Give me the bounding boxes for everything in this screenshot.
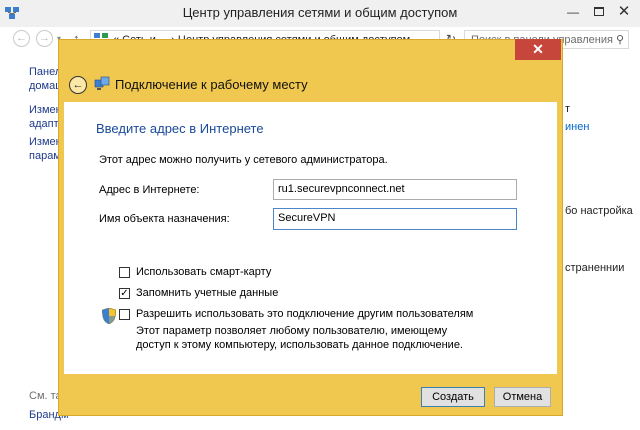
uac-shield-icon — [102, 308, 116, 324]
dialog-title: Подключение к рабочему месту — [115, 77, 308, 92]
destination-name-input[interactable]: SecureVPN — [273, 208, 517, 230]
internet-address-input[interactable]: ru1.securevpnconnect.net — [273, 179, 517, 200]
background-title-bar: Центр управления сетями и общим доступом… — [0, 0, 640, 27]
cancel-button[interactable]: Отмена — [494, 387, 551, 407]
share-connection-checkbox[interactable] — [119, 309, 130, 320]
dialog-back-button[interactable]: ← — [69, 76, 87, 94]
share-connection-label[interactable]: Разрешить использовать это подключение д… — [136, 308, 473, 320]
maximize-icon — [594, 7, 604, 16]
workplace-network-icon — [94, 76, 110, 90]
nav-back-button[interactable]: ← — [13, 30, 30, 47]
background-window-title: Центр управления сетями и общим доступом — [182, 5, 458, 20]
vpn-connect-dialog: ✕ ← Подключение к рабочему месту Введите… — [58, 39, 563, 416]
nav-forward-button[interactable]: → — [36, 30, 53, 47]
right-fragment-3: бо настройка — [565, 205, 633, 217]
right-fragment-1: т — [565, 103, 571, 115]
dialog-close-button[interactable]: ✕ — [515, 39, 561, 60]
remember-credentials-label[interactable]: Запомнить учетные данные — [136, 287, 278, 299]
remember-credentials-checkbox[interactable]: ✓ — [119, 288, 130, 299]
right-fragment-2[interactable]: инен — [565, 121, 589, 133]
right-fragment-4: страненнии — [565, 262, 625, 274]
page-heading: Введите адрес в Интернете — [96, 121, 264, 136]
background-close-button[interactable]: ✕ — [612, 3, 636, 21]
admin-note: Этот адрес можно получить у сетевого адм… — [99, 154, 388, 166]
dialog-content: Введите адрес в Интернете Этот адрес мож… — [64, 102, 557, 374]
smartcard-label[interactable]: Использовать смарт-карту — [136, 266, 271, 278]
search-icon: ⚲ — [615, 34, 624, 46]
address-label: Адрес в Интернете: — [99, 184, 200, 196]
minimize-button[interactable]: — — [561, 3, 585, 21]
share-connection-description: Этот параметр позволяет любому пользоват… — [136, 325, 463, 351]
create-button[interactable]: Создать — [421, 387, 485, 407]
destination-label: Имя объекта назначения: — [99, 213, 230, 225]
maximize-button[interactable] — [587, 3, 611, 21]
smartcard-checkbox[interactable] — [119, 267, 130, 278]
